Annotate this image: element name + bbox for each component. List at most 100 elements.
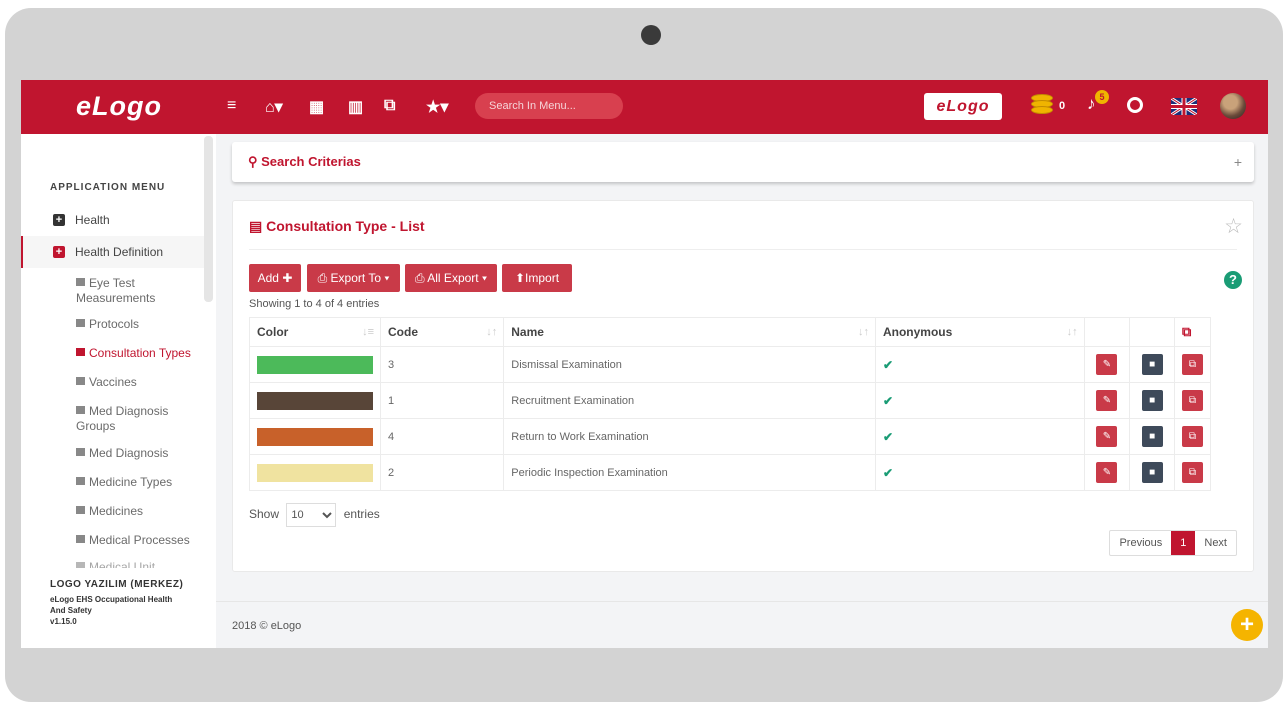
- brand-logo[interactable]: eLogo: [76, 91, 162, 122]
- page-size-select[interactable]: 10: [286, 503, 337, 527]
- name-cell: Periodic Inspection Examination: [503, 454, 876, 491]
- page-1-button[interactable]: 1: [1171, 531, 1196, 555]
- sidebar-subitem-medical-unit-groups[interactable]: Medical Unit Groups: [76, 560, 196, 568]
- calendar-icon[interactable]: ▦: [309, 97, 324, 117]
- table-row[interactable]: 2 Periodic Inspection Examination ✔ ✎ ■ …: [249, 454, 1212, 491]
- uk-flag-icon[interactable]: [1171, 98, 1197, 115]
- table-row[interactable]: 1 Recruitment Examination ✔ ✎ ■ ⧉: [249, 382, 1212, 419]
- sort-icon: ↓↑: [1066, 326, 1078, 338]
- sort-icon: ↓↑: [857, 326, 869, 338]
- color-cell: [249, 418, 381, 455]
- delete-button[interactable]: ■: [1141, 426, 1163, 447]
- copy-button[interactable]: ⧉: [1181, 354, 1203, 375]
- floating-add-button[interactable]: +: [1231, 609, 1263, 641]
- next-page-button[interactable]: Next: [1195, 531, 1236, 555]
- edit-button[interactable]: ✎: [1096, 390, 1118, 411]
- column-header-color[interactable]: Color ↓≡: [249, 317, 381, 347]
- sidebar: APPLICATION MENU + Health + Health Defin…: [21, 134, 216, 648]
- sidebar-item-label: Consultation Types: [89, 346, 191, 360]
- sidebar-subitem-consultation-types[interactable]: Consultation Types: [76, 346, 196, 361]
- previous-page-button[interactable]: Previous: [1110, 531, 1171, 555]
- sidebar-item-label: Medicine Types: [89, 475, 173, 489]
- delete-cell: ■: [1129, 454, 1175, 491]
- search-criteria-panel[interactable]: ⚲ Search Criterias +: [232, 142, 1254, 182]
- help-icon[interactable]: ?: [1224, 271, 1242, 289]
- bar-chart-icon[interactable]: ▥: [348, 97, 363, 117]
- button-label: Import: [525, 271, 560, 285]
- button-label: Add: [257, 271, 279, 285]
- edit-button[interactable]: ✎: [1096, 462, 1118, 483]
- clock-icon[interactable]: [1127, 97, 1143, 113]
- menu-search-input[interactable]: [475, 93, 623, 119]
- code-cell: 1: [379, 382, 505, 419]
- code-cell: 3: [379, 346, 505, 383]
- color-cell: [249, 346, 381, 383]
- delete-button[interactable]: ■: [1141, 354, 1163, 375]
- sidebar-subitem-vaccines[interactable]: Vaccines: [76, 375, 196, 390]
- table-row[interactable]: 3 Dismissal Examination ✔ ✎ ■ ⧉: [249, 346, 1212, 383]
- menu-title: APPLICATION MENU: [50, 182, 166, 193]
- menu-search[interactable]: [475, 93, 623, 119]
- list-icon: [76, 377, 85, 385]
- expand-icon[interactable]: +: [1234, 154, 1242, 170]
- copy-button[interactable]: ⧉: [1181, 462, 1203, 483]
- add-button[interactable]: Add ✚: [249, 264, 301, 292]
- edit-cell: ✎: [1083, 454, 1131, 491]
- search-criteria-title[interactable]: ⚲ Search Criterias: [248, 154, 361, 170]
- sidebar-item-label: Medical Unit Groups: [89, 560, 156, 568]
- column-header-code[interactable]: Code ↓↑: [379, 317, 505, 347]
- sidebar-subitem-medical-processes[interactable]: Medical Processes: [76, 533, 196, 548]
- pdf-icon: ⎙: [414, 271, 428, 285]
- sidebar-subitem-med-diagnosis[interactable]: Med Diagnosis: [76, 446, 196, 461]
- coins-icon[interactable]: [1029, 94, 1055, 118]
- anonymous-cell: ✔: [874, 454, 1085, 491]
- edit-button[interactable]: ✎: [1096, 354, 1118, 375]
- code-cell: 4: [379, 418, 505, 455]
- hamburger-icon[interactable]: ≡: [227, 97, 236, 115]
- column-header-name[interactable]: Name ↓↑: [503, 317, 876, 347]
- column-header-anonymous[interactable]: Anonymous ↓↑: [874, 317, 1085, 347]
- all-export-button[interactable]: ⎙ All Export ▾: [405, 264, 497, 292]
- sidebar-item-label: Protocols: [89, 317, 140, 331]
- edit-cell: ✎: [1083, 418, 1131, 455]
- table-row[interactable]: 4 Return to Work Examination ✔ ✎ ■ ⧉: [249, 418, 1212, 455]
- anonymous-cell: ✔: [874, 418, 1085, 455]
- sidebar-item-health[interactable]: + Health: [21, 212, 204, 230]
- sidebar-subitem-eye-test[interactable]: Eye Test Measurements: [76, 276, 196, 306]
- sidebar-item-label: Med Diagnosis: [89, 446, 169, 460]
- sidebar-subitem-med-diagnosis-groups[interactable]: Med Diagnosis Groups: [76, 404, 196, 434]
- copy-icon[interactable]: ⧉: [384, 97, 395, 115]
- list-icon: [76, 506, 85, 514]
- sidebar-item-label: Medical Processes: [89, 533, 190, 547]
- delete-button[interactable]: ■: [1141, 390, 1163, 411]
- sidebar-item-health-definition[interactable]: + Health Definition: [21, 236, 204, 268]
- export-to-button[interactable]: ⎙ Export To ▾: [307, 264, 400, 292]
- star-icon[interactable]: ★▾: [426, 97, 448, 117]
- company-logo[interactable]: eLogo: [924, 93, 1002, 120]
- copy-button[interactable]: ⧉: [1181, 426, 1203, 447]
- check-icon: ✔: [882, 465, 894, 480]
- import-button[interactable]: ⬆Import: [502, 264, 572, 292]
- sidebar-subitem-protocols[interactable]: Protocols: [76, 317, 196, 332]
- favorite-star-icon[interactable]: ☆: [1224, 214, 1243, 239]
- color-swatch: [257, 463, 373, 482]
- list-icon: [76, 448, 85, 456]
- copy-cell: ⧉: [1173, 418, 1212, 455]
- sidebar-scrollbar[interactable]: [204, 136, 213, 302]
- list-icon: [76, 348, 85, 356]
- color-cell: [249, 382, 381, 419]
- sort-icon: ↓≡: [362, 326, 374, 338]
- user-avatar[interactable]: [1220, 93, 1246, 119]
- name-cell: Recruitment Examination: [503, 382, 876, 419]
- caret-down-icon: ▾: [384, 271, 390, 285]
- sidebar-subitem-medicine-types[interactable]: Medicine Types: [76, 475, 196, 490]
- sidebar-subitem-medicines[interactable]: Medicines: [76, 504, 196, 519]
- column-header-delete: [1129, 317, 1175, 347]
- entries-label: entries: [343, 507, 380, 521]
- name-cell: Return to Work Examination: [503, 418, 876, 455]
- home-icon[interactable]: ⌂▾: [265, 97, 283, 117]
- copy-button[interactable]: ⧉: [1181, 390, 1203, 411]
- pagination: Previous 1 Next: [1109, 530, 1237, 556]
- edit-button[interactable]: ✎: [1096, 426, 1118, 447]
- delete-button[interactable]: ■: [1141, 462, 1163, 483]
